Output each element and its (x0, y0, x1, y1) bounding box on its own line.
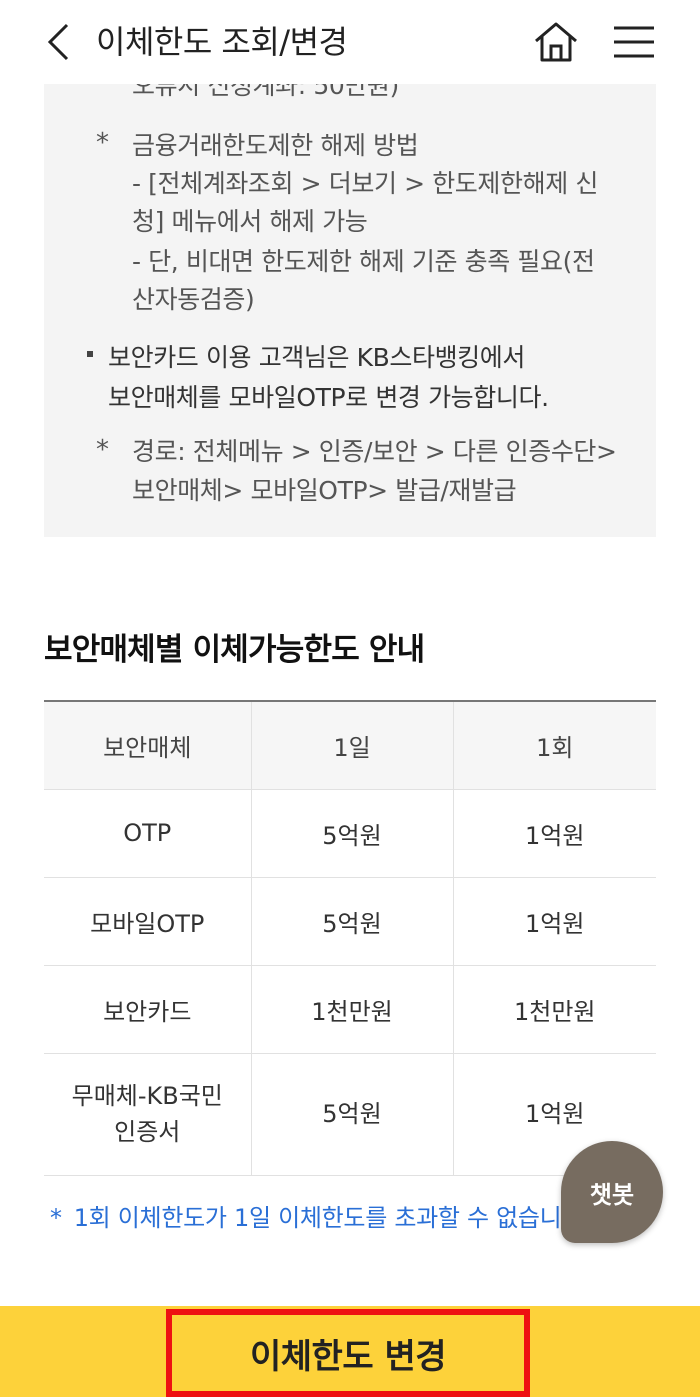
table-cell-media: 무매체-KB국민 인증서 (44, 1053, 251, 1176)
notice-bullet-line2: 보안매체를 모바일OTP로 변경 가능합니다. (108, 383, 549, 412)
app-header: 이체한도 조회/변경 (0, 0, 700, 84)
table-row: 무매체-KB국민 인증서 5억원 1억원 (44, 1053, 656, 1176)
notice-bullet-line1: 보안카드 이용 고객님은 KB스타뱅킹에서 (108, 343, 525, 372)
home-icon (535, 22, 577, 62)
footnote: * 1회 이체한도가 1일 이체한도를 초과할 수 없습니다 (50, 1198, 584, 1233)
asterisk-icon: * (96, 128, 109, 158)
home-button[interactable] (528, 16, 584, 68)
chatbot-label: 챗봇 (589, 1180, 635, 1209)
table-header-cell: 보안매체 (44, 701, 251, 790)
table-cell-media: 모바일OTP (44, 877, 251, 966)
table-cell-daily: 5억원 (250, 1053, 453, 1176)
notice-item2-line2: 보안매체> 모바일OTP> 발급/재발급 (132, 476, 517, 505)
table-cell-once: 1천만원 (452, 965, 656, 1054)
section-title: 보안매체별 이체가능한도 안내 (44, 632, 425, 668)
asterisk-icon: * (50, 1204, 62, 1232)
table-cell-media: 보안카드 (44, 965, 251, 1054)
table-cell-daily: 5억원 (250, 877, 453, 966)
notice-item1-line4: - 단, 비대면 한도제한 해제 기준 충족 필요(전 (132, 247, 595, 276)
table-cell-once: 1억원 (452, 789, 656, 878)
table-row: 보안카드 1천만원 1천만원 (44, 965, 656, 1054)
table-header-cell: 1일 (250, 701, 453, 790)
table-row: OTP 5억원 1억원 (44, 789, 656, 878)
table-header-row: 보안매체 1일 1회 (44, 701, 656, 790)
table-cell-media-line1: 무매체-KB국민 (71, 1082, 223, 1110)
table-cell-media: OTP (44, 789, 251, 878)
notice-item1-line2: - [전체계좌조회 > 더보기 > 한도제한해제 신 (132, 169, 598, 198)
notice-item1-line3: 청] 메뉴에서 해제 가능 (132, 207, 368, 236)
change-limit-label: 이체한도 변경 (249, 1336, 447, 1377)
table-header-cell: 1회 (452, 701, 656, 790)
notice-cut-line: 오류시 신청계좌: 50만원) (132, 84, 399, 100)
table-cell-daily: 5억원 (250, 789, 453, 878)
hamburger-menu-icon (614, 26, 654, 58)
notice-box: 오류시 신청계좌: 50만원) * 금융거래한도제한 해제 방법 - [전체계좌… (44, 84, 656, 537)
menu-button[interactable] (606, 16, 662, 68)
table-row: 모바일OTP 5억원 1억원 (44, 877, 656, 966)
table-cell-daily: 1천만원 (250, 965, 453, 1054)
page-title: 이체한도 조회/변경 (96, 23, 348, 61)
bullet-icon (87, 351, 93, 357)
table-cell-once: 1억원 (452, 877, 656, 966)
chevron-left-icon (47, 23, 69, 61)
notice-item1-line5: 산자동검증) (132, 285, 255, 314)
back-button[interactable] (36, 18, 80, 66)
table-cell-media-line2: 인증서 (114, 1118, 181, 1146)
chatbot-button[interactable]: 챗봇 (561, 1141, 663, 1243)
notice-item1-title: 금융거래한도제한 해제 방법 (132, 131, 419, 160)
limit-table: 보안매체 1일 1회 OTP 5억원 1억원 모바일OTP 5억원 1억원 보안… (44, 700, 656, 1176)
notice-item2-line1: 경로: 전체메뉴 > 인증/보안 > 다른 인증수단> (132, 437, 617, 466)
footnote-text: 1회 이체한도가 1일 이체한도를 초과할 수 없습니다 (73, 1204, 584, 1232)
asterisk-icon: * (96, 435, 109, 465)
change-limit-button[interactable]: 이체한도 변경 (166, 1309, 530, 1397)
